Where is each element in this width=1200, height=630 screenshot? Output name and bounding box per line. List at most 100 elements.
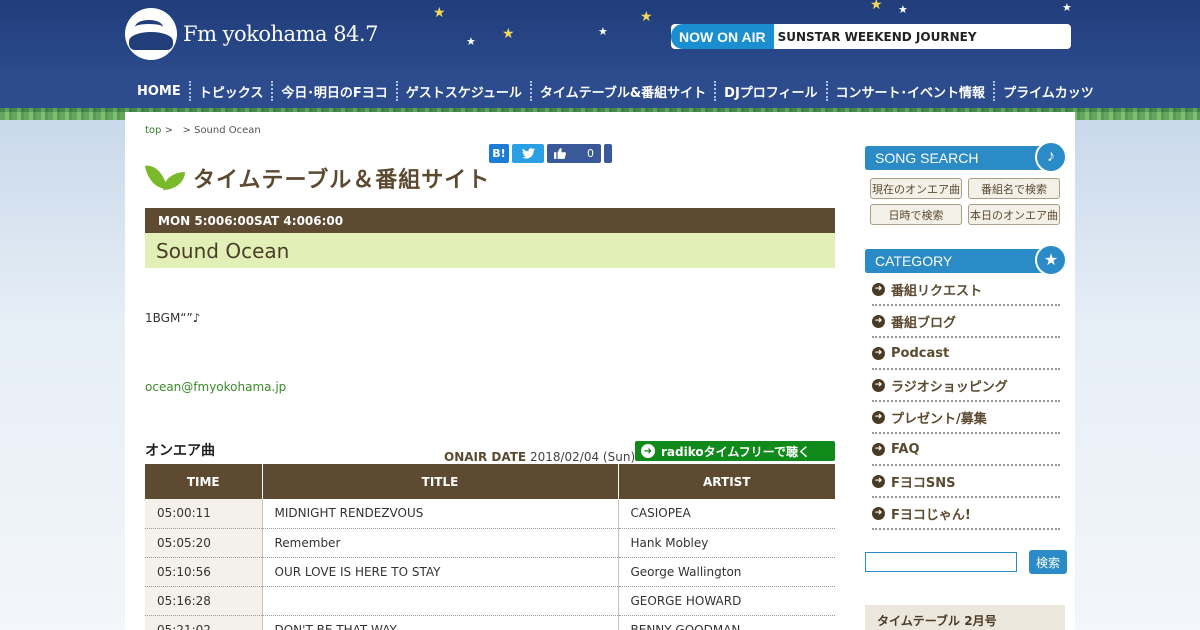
onair-date-label: ONAIR DATE [444, 450, 527, 464]
star-icon: ★ [433, 5, 446, 21]
star-icon: ★ [640, 9, 653, 25]
search-by-datetime-button[interactable]: 日時で検索 [870, 204, 962, 225]
song-time: 05:05:20 [145, 528, 263, 558]
onair-date-value: 2018/02/04 (Sun) [529, 450, 636, 464]
song-title: MIDNIGHT RENDEZVOUS [262, 499, 619, 529]
sidebar: SONG SEARCH ♪ 現在のオンエア曲 番組名で検索 日時で検索 本日のオ… [855, 112, 1075, 630]
global-nav: HOME トピックス 今日･明日のFヨコ ゲストスケジュール タイムテーブル&番… [0, 70, 1200, 112]
nav-item-prime-cuts[interactable]: プライムカッツ [993, 81, 1102, 101]
site-search-input[interactable] [865, 552, 1017, 572]
nav-item-events[interactable]: コンサート･イベント情報 [825, 81, 994, 101]
social-share: B! 0 [489, 144, 612, 163]
arrow-right-icon: ➜ [872, 314, 885, 328]
category-item-radio-shopping[interactable]: ➜ ラジオショッピング [872, 370, 1060, 402]
today-onair-songs-button[interactable]: 本日のオンエア曲 [968, 204, 1060, 225]
star-icon: ★ [898, 3, 908, 16]
page-title-text: タイムテーブル＆番組サイト [193, 168, 491, 193]
twitter-icon [521, 148, 535, 159]
song-time: 05:00:11 [145, 499, 263, 529]
logo-text: Fm yokohama 84.7 [183, 22, 378, 46]
facebook-like-button[interactable]: 0 [547, 144, 601, 163]
nav-item-today[interactable]: 今日･明日のFヨコ [271, 81, 395, 101]
arrow-right-icon: ➜ [641, 444, 655, 458]
facebook-like-count: 0 [587, 147, 594, 160]
breadcrumb-separator: > [164, 125, 173, 136]
main-content: top > > Sound Ocean B! 0 タイムテーブル＆番組サイト M… [125, 112, 855, 630]
category-header: CATEGORY ★ [865, 244, 1067, 276]
program-email-link[interactable]: ocean@fmyokohama.jp [145, 380, 286, 394]
column-header-time: TIME [145, 464, 263, 499]
onair-date: ONAIR DATE 2018/02/04 (Sun) [444, 450, 635, 464]
nav-item-topics[interactable]: トピックス [188, 81, 272, 101]
star-icon: ★ [1035, 244, 1067, 276]
category-label: Fヨコじゃん! [891, 507, 971, 523]
arrow-right-icon: ➜ [872, 378, 885, 392]
song-artist: BENNY GOODMAN [618, 615, 835, 630]
song-title: OUR LOVE IS HERE TO STAY [262, 557, 619, 587]
arrow-right-icon: ➜ [872, 474, 885, 488]
thumbs-up-icon [554, 148, 566, 159]
leaf-icon [144, 162, 187, 194]
nav-item-home[interactable]: HOME [126, 81, 189, 101]
arrow-right-icon: ➜ [872, 506, 885, 520]
nav-item-timetable[interactable]: タイムテーブル&番組サイト [529, 81, 714, 101]
current-onair-song-button[interactable]: 現在のオンエア曲 [870, 178, 962, 199]
column-header-title: TITLE [262, 464, 619, 499]
page-title: タイムテーブル＆番組サイト [144, 162, 491, 194]
program-title: Sound Ocean [145, 233, 835, 268]
nav-item-guest-schedule[interactable]: ゲストスケジュール [395, 81, 530, 101]
table-row: 05:21:02 DON'T BE THAT WAY BENNY GOODMAN [145, 615, 835, 630]
timetable-monthly-link[interactable]: タイムテーブル 2月号 [865, 605, 1065, 630]
category-item-fyokojan[interactable]: ➜ Fヨコじゃん! [872, 498, 1060, 530]
column-header-artist: ARTIST [618, 464, 835, 499]
arrow-right-icon: ➜ [872, 346, 885, 360]
site-search-button[interactable]: 検索 [1029, 550, 1067, 574]
now-on-air-program[interactable]: SUNSTAR WEEKEND JOURNEY [774, 30, 977, 44]
star-icon: ★ [1062, 1, 1072, 14]
arrow-right-icon: ➜ [872, 282, 885, 296]
category-item-blog[interactable]: ➜ 番組ブログ [872, 306, 1060, 338]
category-item-present[interactable]: ➜ プレゼント/募集 [872, 402, 1060, 434]
search-by-program-button[interactable]: 番組名で検索 [968, 178, 1060, 199]
now-on-air-label: NOW ON AIR [671, 24, 774, 49]
program-time-range: MON 5:006:00SAT 4:006:00 [145, 208, 835, 233]
star-icon: ★ [598, 25, 608, 38]
category-label: プレゼント/募集 [891, 411, 987, 427]
song-artist: George Wallington [618, 557, 835, 587]
breadcrumb-current: Sound Ocean [194, 125, 261, 136]
table-row: 05:00:11 MIDNIGHT RENDEZVOUS CASIOPEA [145, 499, 835, 529]
song-search-title: SONG SEARCH [875, 150, 979, 166]
onair-songs-table: TIME TITLE ARTIST 05:00:11 MIDNIGHT REND… [145, 464, 835, 630]
song-time: 05:16:28 [145, 586, 263, 616]
logo-wave-icon [125, 8, 177, 60]
song-artist: CASIOPEA [618, 499, 835, 529]
site-logo[interactable]: Fm yokohama 84.7 [125, 8, 378, 60]
song-time: 05:10:56 [145, 557, 263, 587]
category-item-sns[interactable]: ➜ FヨコSNS [872, 466, 1060, 498]
song-artist: Hank Mobley [618, 528, 835, 558]
category-label: ラジオショッピング [891, 379, 1008, 395]
breadcrumb-top-link[interactable]: top [145, 125, 161, 136]
facebook-share-button[interactable] [604, 144, 612, 163]
program-description: 1BGM“”♪ [145, 311, 201, 325]
star-icon: ★ [502, 26, 515, 42]
table-row: 05:16:28 GEORGE HOWARD [145, 586, 835, 616]
song-time: 05:21:02 [145, 615, 263, 630]
category-item-faq[interactable]: ➜ FAQ [872, 434, 1060, 466]
breadcrumb: top > > Sound Ocean [145, 125, 261, 136]
nav-item-dj-profile[interactable]: DJプロフィール [714, 81, 825, 101]
song-title: DON'T BE THAT WAY [262, 615, 619, 630]
category-label: Podcast [891, 345, 950, 361]
twitter-share-button[interactable] [512, 144, 544, 163]
site-header: Fm yokohama 84.7 ★ ★ ★ ★ ★ ★ ★ ★ NOW ON … [0, 0, 1200, 70]
radiko-timefree-button[interactable]: ➜ radikoタイムフリーで聴く [635, 441, 835, 461]
category-label: 番組ブログ [891, 315, 957, 331]
radiko-timefree-label: radikoタイムフリーで聴く [661, 444, 810, 459]
table-row: 05:05:20 Remember Hank Mobley [145, 528, 835, 558]
category-item-request[interactable]: ➜ 番組リクエスト [872, 274, 1060, 306]
hatena-bookmark-button[interactable]: B! [489, 144, 509, 163]
arrow-right-icon: ➜ [872, 410, 885, 424]
now-on-air-box[interactable]: NOW ON AIR SUNSTAR WEEKEND JOURNEY [671, 24, 1071, 49]
category-item-podcast[interactable]: ➜ Podcast [872, 338, 1060, 370]
arrow-right-icon: ➜ [872, 442, 885, 456]
